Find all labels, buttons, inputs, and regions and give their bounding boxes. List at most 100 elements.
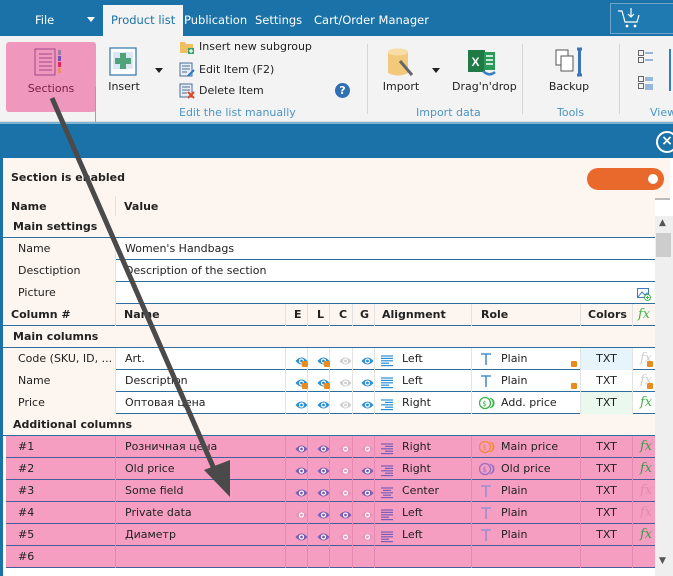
vertical-scrollbar[interactable]: ▲ ▼ <box>655 216 673 576</box>
setting-value[interactable]: Description of the section <box>125 260 266 282</box>
alignment-value[interactable]: Center <box>402 480 439 502</box>
visibility-c-icon[interactable] <box>339 353 352 365</box>
column-row[interactable]: #1 Розничная цена Right $ Main price TXT fx <box>6 436 655 458</box>
column-name[interactable]: Old price <box>125 458 175 480</box>
colors-value[interactable]: TXT <box>581 436 632 458</box>
column-row[interactable]: #6 <box>6 546 655 568</box>
visibility-l-icon[interactable] <box>317 507 330 519</box>
column-row[interactable]: #3 Some field Center Plain TXT fx <box>6 480 655 502</box>
visibility-c-icon[interactable] <box>339 507 352 519</box>
setting-row[interactable]: Name Women's Handbags <box>3 238 655 260</box>
visibility-c-icon[interactable] <box>339 397 352 409</box>
role-value[interactable]: Main price <box>501 436 558 458</box>
column-name[interactable]: Art. <box>125 348 145 370</box>
formula-fx-icon[interactable]: fx <box>640 502 652 524</box>
column-name[interactable]: Диаметр <box>125 524 176 546</box>
column-row[interactable]: Code (SKU, ID, ... Art. Left Plain TXT fx <box>3 348 655 370</box>
backup-button[interactable]: Backup <box>546 47 592 107</box>
tab-publication[interactable]: Publication <box>176 0 255 36</box>
delete-item-button[interactable]: Delete Item <box>179 82 264 100</box>
insert-subgroup-button[interactable]: Insert new subgroup <box>179 38 312 56</box>
alignment-value[interactable]: Left <box>402 348 423 370</box>
visibility-l-icon[interactable] <box>317 529 330 541</box>
visibility-e-icon[interactable] <box>295 441 308 453</box>
tab-cart-order-manager[interactable]: Cart/Order Manager <box>306 0 437 36</box>
column-name[interactable]: Private data <box>125 502 192 524</box>
scroll-thumb[interactable] <box>656 233 671 257</box>
visibility-g-icon[interactable] <box>361 485 374 497</box>
alignment-value[interactable]: Left <box>402 502 423 524</box>
sections-button[interactable]: Sections <box>6 42 96 149</box>
role-value[interactable]: Plain <box>501 348 527 370</box>
column-name[interactable]: Оптовая цена <box>125 392 206 414</box>
role-value[interactable]: Plain <box>501 524 527 546</box>
view-option-icon[interactable] <box>669 49 673 91</box>
visibility-g-icon[interactable] <box>361 353 374 365</box>
alignment-value[interactable]: Left <box>402 370 423 392</box>
visibility-e-icon[interactable] <box>295 529 308 541</box>
visibility-l-icon[interactable] <box>317 485 330 497</box>
formula-fx-icon[interactable]: fx <box>640 524 652 546</box>
setting-row[interactable]: Desctiption Description of the section <box>3 260 655 282</box>
cart-button[interactable] <box>610 3 673 34</box>
visibility-e-icon[interactable] <box>295 485 308 497</box>
visibility-g-icon[interactable] <box>361 375 374 387</box>
visibility-c-icon[interactable] <box>339 485 352 497</box>
insert-dropdown-caret-icon[interactable] <box>155 68 163 73</box>
insert-button[interactable]: Insert <box>104 47 144 107</box>
import-button[interactable]: Import <box>380 47 422 107</box>
formula-fx-icon[interactable]: fx <box>640 436 652 458</box>
column-row[interactable]: Name Description Left Plain TXT fx <box>3 370 655 392</box>
visibility-l-icon[interactable] <box>317 441 330 453</box>
visibility-g-icon[interactable] <box>361 529 374 541</box>
column-row[interactable]: #5 Диаметр Left Plain TXT fx <box>6 524 655 546</box>
colors-value[interactable]: TXT <box>581 524 632 546</box>
scroll-up-icon[interactable]: ▲ <box>659 218 666 228</box>
formula-fx-icon[interactable]: fx <box>640 392 652 414</box>
column-name[interactable]: Some field <box>125 480 183 502</box>
role-value[interactable]: Add. price <box>501 392 557 414</box>
column-name[interactable]: Розничная цена <box>125 436 217 458</box>
alignment-value[interactable]: Right <box>402 436 431 458</box>
colors-value[interactable]: TXT <box>581 480 632 502</box>
alignment-value[interactable]: Right <box>402 458 431 480</box>
role-value[interactable]: Plain <box>501 370 527 392</box>
close-panel-button[interactable]: × <box>656 131 673 153</box>
colors-value[interactable]: TXT <box>581 370 632 392</box>
visibility-e-icon[interactable] <box>295 463 308 475</box>
dragndrop-button[interactable]: X Drag'n'drop <box>452 47 517 107</box>
tab-settings[interactable]: Settings <box>247 0 310 36</box>
colors-value[interactable]: TXT <box>581 502 632 524</box>
section-enabled-toggle[interactable] <box>587 168 664 190</box>
visibility-l-icon[interactable] <box>317 463 330 475</box>
edit-item-button[interactable]: Edit Item (F2) <box>179 61 274 79</box>
visibility-c-icon[interactable] <box>339 463 352 475</box>
visibility-e-icon[interactable] <box>295 507 308 519</box>
visibility-c-icon[interactable] <box>339 441 352 453</box>
role-value[interactable]: Old price <box>501 458 551 480</box>
tab-file[interactable]: File <box>27 0 62 36</box>
colors-value[interactable]: TXT <box>581 392 632 414</box>
role-value[interactable]: Plain <box>501 480 527 502</box>
visibility-g-icon[interactable] <box>361 397 374 409</box>
column-row[interactable]: Price Оптовая цена Right $ Add. price TXT fx <box>3 392 655 414</box>
alignment-value[interactable]: Left <box>402 524 423 546</box>
colors-value[interactable]: TXT <box>581 458 632 480</box>
visibility-c-icon[interactable] <box>339 529 352 541</box>
visibility-l-icon[interactable] <box>317 397 330 409</box>
quick-access-caret-icon[interactable] <box>87 17 95 22</box>
setting-value[interactable]: Women's Handbags <box>125 238 234 260</box>
expand-detailed-button[interactable] <box>638 75 654 91</box>
setting-row[interactable]: Picture <box>3 282 655 304</box>
alignment-value[interactable]: Right <box>402 392 431 414</box>
column-row[interactable]: #2 Old price Right $ Old price TXT fx <box>6 458 655 480</box>
column-name[interactable]: Description <box>125 370 188 392</box>
expand-all-button[interactable] <box>638 49 654 65</box>
role-value[interactable]: Plain <box>501 502 527 524</box>
visibility-g-icon[interactable] <box>361 463 374 475</box>
colors-value[interactable]: TXT <box>581 348 632 370</box>
import-dropdown-caret-icon[interactable] <box>432 68 440 73</box>
visibility-g-icon[interactable] <box>361 441 374 453</box>
visibility-c-icon[interactable] <box>339 375 352 387</box>
formula-fx-icon[interactable]: fx <box>640 458 652 480</box>
